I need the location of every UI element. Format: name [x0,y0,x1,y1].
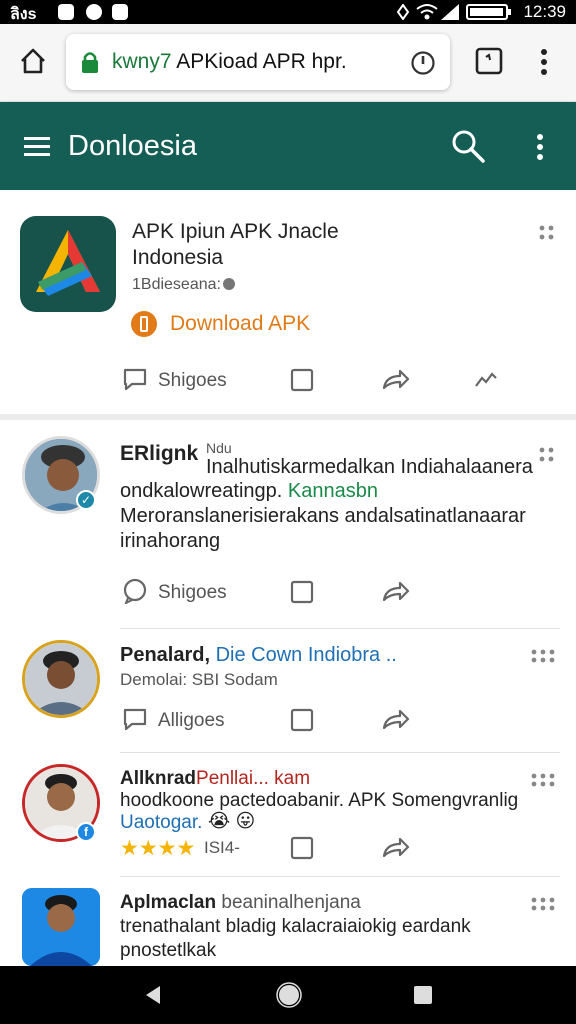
system-navigation-bar [0,966,576,1024]
screen: ลิงs 12:39 kwny7 APKioad APR hpr. Donloe… [0,0,576,1024]
post-author-extra: Ndu [206,440,232,456]
browser-menu-icon[interactable] [536,48,552,76]
card-more-icon[interactable] [538,224,556,242]
post-author-line: Penalard, Die Cown Indiobra .. [120,644,397,667]
back-icon[interactable] [142,984,164,1006]
download-apk-link[interactable]: Download APK [170,312,310,336]
forward-icon[interactable] [382,580,410,604]
featured-title-line2: Indonesia [132,246,224,269]
divider [120,752,560,753]
notification-icon [58,4,74,20]
hamburger-menu-icon[interactable] [24,136,52,158]
featured-meta: 1Bdieseana: [132,276,221,293]
rating-label: ISI4- [204,838,240,857]
post-author[interactable]: Allknrad [120,768,196,789]
post-author-line: AllknradPenllai... kam [120,768,310,790]
featured-card: APK Ipiun APK Jnacle Indonesia 1Bdiesean… [0,190,576,416]
post-author[interactable]: Penalard, [120,644,210,666]
game-notification-icon [112,4,128,20]
comment-icon[interactable] [122,706,148,732]
app-logo-icon[interactable] [20,216,116,312]
avatar[interactable] [22,888,100,966]
home-circle-icon[interactable] [276,982,302,1008]
post-author-line: Aplmaclan beaninalhenjana [120,892,361,914]
download-icon[interactable] [130,310,158,338]
comment-icon[interactable] [122,366,148,392]
divider [120,628,560,629]
reload-icon[interactable] [410,50,436,76]
react-icon[interactable] [472,368,498,392]
status-bar: ลิงs 12:39 [0,0,576,24]
featured-title-line1: APK Ipiun APK Jnacle [132,220,339,243]
save-icon[interactable] [290,708,316,732]
browser-toolbar: kwny7 APKioad APR hpr. [0,24,576,102]
post-line1: hoodkoone pactedoabanir. APK Somengvranl… [120,790,519,811]
post-line2-text: ondkalowreatingp. [120,480,283,502]
address-bar[interactable]: kwny7 APKioad APR hpr. [66,34,450,90]
share-label[interactable]: Shigoes [158,370,227,392]
search-icon[interactable] [450,128,488,166]
globe-icon [223,278,235,290]
post-line4: irinahorang [120,530,221,552]
lock-icon [82,52,98,73]
person-avatar-icon [25,643,97,715]
rating-stars: ★★★★ [120,837,196,860]
recents-icon[interactable] [412,984,434,1006]
post-line1: trenathalant bladig kalacraiaiokig earda… [120,916,471,937]
forward-icon[interactable] [382,836,410,860]
forward-icon[interactable] [382,708,410,732]
post-author-extra: beaninalhenjana [221,892,361,913]
post-link[interactable]: Uaotogar. [120,812,202,834]
url-text[interactable]: kwny7 APKioad APR hpr. [112,50,347,74]
post-line3: Meroranslanerisierakans andalsatinatlana… [120,505,526,527]
clock: 12:39 [523,2,566,21]
url-host: kwny7 [112,50,172,73]
home-icon[interactable] [18,46,48,76]
post-author-link[interactable]: Penllai... kam [196,768,310,789]
section-separator [0,414,576,420]
battery-icon [466,4,511,20]
post-line1: Inalhutiskarmedalkan Indiahalaanera [206,456,533,478]
signal-icon [441,4,459,20]
app-bar: Donloesia [0,102,576,190]
person-avatar-icon [22,888,100,966]
emoji-reactions: 😭 😛 [208,811,256,832]
post-more-icon[interactable] [530,896,556,912]
app-title: Donloesia [68,130,197,162]
vibrate-icon [396,4,410,20]
facebook-badge-icon: f [76,822,96,842]
post-more-icon[interactable] [530,648,556,664]
tabs-icon[interactable] [474,46,504,76]
verified-badge: ✓ [76,490,96,510]
overflow-menu-icon[interactable] [532,132,548,162]
post-line2: ondkalowreatingp. Kannasbn [120,480,378,503]
comment-icon[interactable] [122,578,148,604]
post-line2: pnostetlkak [120,940,217,961]
save-icon[interactable] [290,368,316,392]
post-more-icon[interactable] [538,446,556,464]
share-label[interactable]: Shigoes [158,582,227,604]
url-path: APKioad APR hpr. [171,50,347,73]
share-label[interactable]: Alligoes [158,710,225,732]
post-line2-link[interactable]: Kannasbn [288,480,378,502]
post-author[interactable]: Aplmaclan [120,892,216,913]
save-icon[interactable] [290,836,316,860]
wifi-icon [416,4,438,20]
post-more-icon[interactable] [530,772,556,788]
save-icon[interactable] [290,580,316,604]
post-author[interactable]: ERlignk [120,442,198,466]
app-notification-icon [86,4,102,20]
post-meta: Demolai: SBI Sodam [120,670,278,689]
post-author-link[interactable]: Die Cown Indiobra .. [216,644,397,666]
forward-icon[interactable] [382,368,410,392]
avatar[interactable] [22,640,100,718]
divider [120,876,560,877]
